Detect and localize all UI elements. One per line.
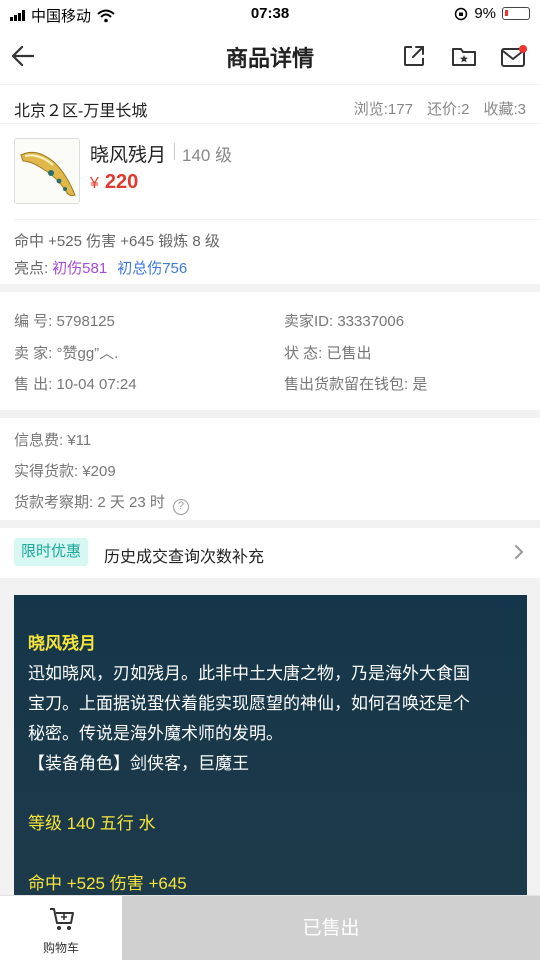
blade-icon [20,151,76,197]
seller-id: 卖家ID: 33337006 [284,313,405,330]
promo-row[interactable]: 限时优惠 历史成交查询次数补充 [0,528,540,578]
cart-button[interactable]: 购物车 [0,896,122,960]
description-line: 秘密。传说是海外魔术师的发明。 [28,724,283,743]
item-attributes: 命中 +525 伤害 +645 锻炼 8 级 [14,233,220,250]
battery-icon [502,7,530,20]
message-button[interactable] [500,42,528,70]
bottom-bar: 购物车 已售出 [0,895,540,960]
description-line: 宝刀。上面据说蛩伏着能实现愿望的神仙，如何召唤还是个 [28,694,470,713]
item-name: 晓风残月 [90,145,167,166]
hold-period-row: 货款考察期: 2 天 23 时? [14,491,189,515]
net-payment: 实得货款: ¥209 [14,463,116,480]
favorite-count: 收藏:3 [483,101,526,118]
info-fee: 信息费: ¥11 [14,432,92,449]
description-line: 【装备角色】剑侠客，巨魔王 [28,754,249,773]
currency-symbol: ¥ [90,175,99,192]
view-count: 浏览:177 [353,101,413,118]
item-description-panel: 晓风残月 迅如晓风，刃如残月。此非中土大唐之物，乃是海外大食国 宝刀。上面据说蛩… [14,595,527,895]
status-bar: 中国移动 07:38 9% [0,0,540,28]
fee-card: 信息费: ¥11 实得货款: ¥209 货款考察期: 2 天 23 时? [0,418,540,520]
server-bar: 北京２区-万里长城 浏览:177 还价:2 收藏:3 [0,84,540,124]
wallet-status: 售出货款留在钱包: 是 [284,376,428,393]
help-icon[interactable]: ? [172,499,189,515]
item-thumbnail[interactable] [14,138,80,204]
trade-info-card: 编 号: 5798125 卖家ID: 33337006 卖 家: °赞gg”︿.… [0,292,540,410]
seller-name: 卖 家: °赞gg”︿. [14,345,119,362]
favorite-folder-button[interactable] [450,42,478,70]
item-id: 编 号: 5798125 [14,313,115,330]
item-level: 140 级 [182,146,233,165]
description-line: 迅如晓风，刃如残月。此非中土大唐之物，乃是海外大食国 [28,664,470,683]
description-stats: 命中 +525 伤害 +645 [28,874,187,893]
battery-percent: 9% [474,5,496,22]
cart-label: 购物车 [42,941,79,955]
trade-status: 状 态: 已售出 [284,345,372,362]
promo-badge: 限时优惠 [14,538,89,566]
mail-icon [501,45,527,67]
price-value: 220 [104,171,139,193]
hold-period: 货款考察期: 2 天 23 时 [14,494,165,511]
highlight-label: 亮点: [14,260,49,277]
item-highlights: 亮点: 初伤581 初总伤756 [14,257,187,278]
server-name: 北京２区-万里长城 [14,103,148,120]
folder-star-icon [452,48,476,66]
share-icon [404,46,424,66]
chevron-right-icon [515,545,524,559]
description-title: 晓风残月 [28,634,96,653]
promo-text: 历史成交查询次数补充 [104,549,265,566]
divider [14,219,540,220]
orientation-lock-icon [455,7,468,20]
sold-out-button[interactable]: 已售出 [122,896,540,960]
highlight-base-damage: 初伤581 [52,260,108,277]
nav-bar: 商品详情 [0,28,540,84]
description-level: 等级 140 五行 水 [28,814,156,833]
sold-time: 售 出: 10-04 07:24 [14,376,137,393]
item-card: 晓风残月 140 级 ¥220 命中 +525 伤害 +645 锻炼 8 级 亮… [0,124,540,284]
item-price: ¥220 [90,171,138,194]
divider [174,143,175,160]
cart-icon [50,908,74,930]
highlight-total-damage: 初总伤756 [117,260,188,277]
share-button[interactable] [400,42,428,70]
bargain-count: 还价:2 [426,101,470,118]
